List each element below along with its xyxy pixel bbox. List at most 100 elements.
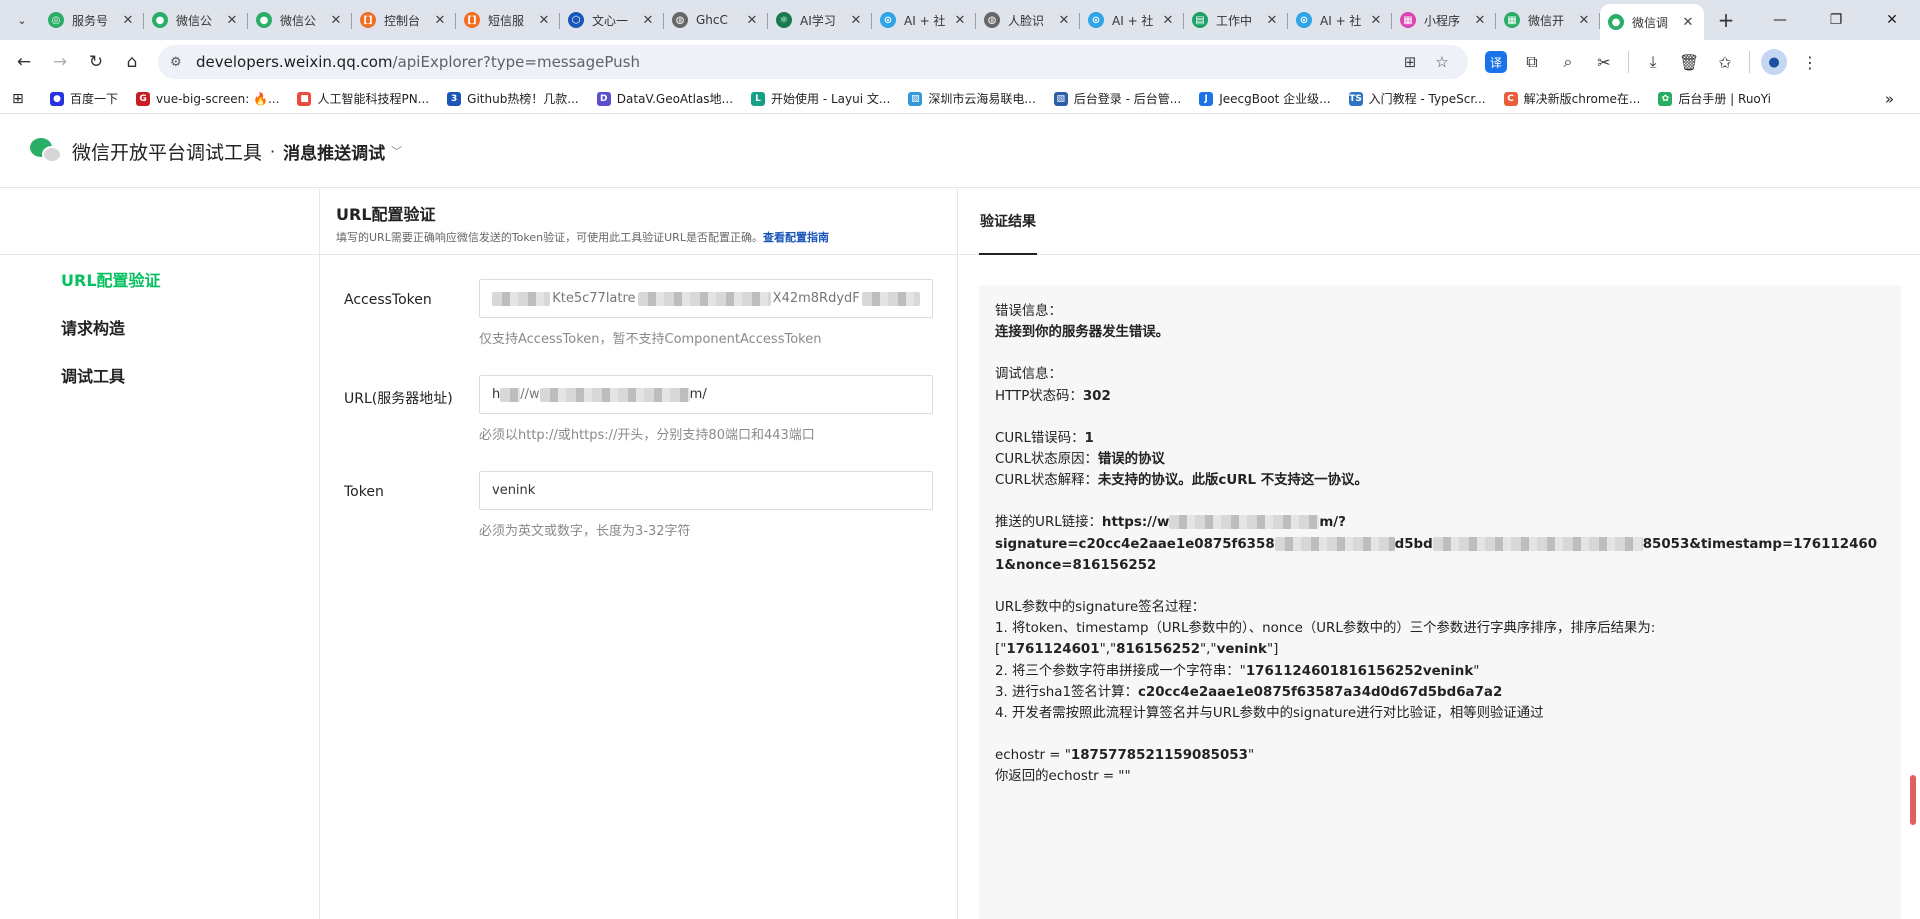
tab-favicon-icon: ◎ [48,12,64,28]
bookmark-item[interactable]: ▧ 后台登录 - 后台管... [1053,90,1181,107]
bookmarks-more-chevron-icon[interactable]: » [1885,90,1894,108]
bookmark-item[interactable]: C 解决新版chrome在... [1503,90,1640,107]
tab-close-icon[interactable]: ✕ [1680,15,1696,30]
omnibox-actions: ⊞ ☆ [1394,45,1458,79]
bookmark-item[interactable]: ✿ 后台手册 | RuoYi [1658,90,1771,107]
bookmark-star-icon[interactable]: ☆ [1426,53,1458,71]
url-text[interactable]: developers.weixin.qq.com/apiExplorer?typ… [196,53,640,71]
window-controls: — ❐ ✕ [1752,0,1920,40]
browser-tab[interactable]: [] 短信服 ✕ [456,4,560,36]
sidebar-item-url-config[interactable]: URL配置验证 [0,257,319,305]
cut-scissors-icon[interactable]: ✂ [1586,46,1622,78]
section-switcher[interactable]: 消息推送调试 [283,139,385,164]
tab-title: 人脸识 [1008,13,1045,28]
curl-reason: 错误的协议 [1097,452,1165,468]
browser-tab[interactable]: ◍ GhcC ✕ [664,4,768,36]
access-token-input[interactable]: Kte5c77latre X42m8RdydF [479,279,933,318]
search-icon[interactable]: ⌕ [1550,46,1586,78]
error-message-text: 连接到你的服务器发生错误。 [995,325,1170,341]
apps-grid-icon[interactable]: ⊞ [12,91,36,107]
tab-favicon-icon: ⊙ [1296,12,1312,28]
extensions-puzzle-icon[interactable]: ⧉ [1514,46,1550,78]
tab-search-chevron-icon[interactable]: ⌄ [10,8,34,32]
minimize-icon[interactable]: — [1752,0,1808,40]
bookmark-label: DataV.GeoAtlas地... [616,92,734,106]
browser-tab[interactable]: ⊙ AI + 社 ✕ [872,4,976,36]
tab-close-icon[interactable]: ✕ [536,13,552,28]
bookmark-item[interactable]: Gvue-big-screen: 🔥... [136,91,280,106]
sidebar-item-request-build[interactable]: 请求构造 [0,305,319,353]
bookmark-item[interactable]: ■ 人工智能科技程PN... [297,90,429,107]
close-window-icon[interactable]: ✕ [1864,0,1920,40]
tab-close-icon[interactable]: ✕ [640,13,656,28]
step3-value: c20cc4e2aae1e0875f63587a34d0d67d5bd6a7a2 [1137,684,1503,700]
bookmark-item[interactable]: ● 百度一下 [50,90,118,107]
server-url-input[interactable]: h //w m/ [479,375,933,414]
address-bar[interactable]: ⚙ developers.weixin.qq.com/apiExplorer?t… [158,45,1468,79]
forward-arrow-icon[interactable]: → [44,46,76,78]
tab-close-icon[interactable]: ✕ [120,13,136,28]
home-icon[interactable]: ⌂ [116,46,148,78]
sorted-close: "] [1266,642,1279,658]
tab-close-icon[interactable]: ✕ [744,13,760,28]
tab-close-icon[interactable]: ✕ [224,13,240,28]
browser-tab[interactable]: ⬡ 文心一 ✕ [560,4,664,36]
bookmark-favicon-icon: D [596,91,611,106]
bookmark-item[interactable]: D DataV.GeoAtlas地... [596,90,734,107]
browser-tab[interactable]: ◎ 服务号 ✕ [40,4,144,36]
favorites-icon[interactable]: ✩ [1707,46,1743,78]
browser-tab[interactable]: ⚛ AI学习 ✕ [768,4,872,36]
translate-icon[interactable]: ⊞ [1394,53,1426,71]
site-info-icon[interactable]: ⚙ [170,55,188,70]
tab-close-icon[interactable]: ✕ [328,13,344,28]
tab-close-icon[interactable]: ✕ [1264,13,1280,28]
new-tab-plus-icon[interactable]: + [1712,6,1740,34]
browser-tab[interactable]: ● 微信公 ✕ [248,4,352,36]
tab-close-icon[interactable]: ✕ [848,13,864,28]
tab-close-icon[interactable]: ✕ [1368,13,1384,28]
tab-close-icon[interactable]: ✕ [1056,13,1072,28]
chevron-down-icon[interactable]: ﹀ [391,143,402,159]
bookmark-item[interactable]: ▧ 深圳市云海易联电... [908,90,1036,107]
tab-close-icon[interactable]: ✕ [1472,13,1488,28]
browser-tab[interactable]: ▤ 工作中 ✕ [1184,4,1288,36]
sidebar-top-spacer [0,189,319,255]
trash-icon[interactable]: 🗑 [1671,46,1707,78]
bookmark-label: vue-big-screen: 🔥... [156,91,280,106]
debug-label: 调试信息： [995,367,1062,383]
reload-icon[interactable]: ↻ [80,46,112,78]
bookmark-item[interactable]: TS 入门教程 - TypeScr... [1348,90,1486,107]
back-arrow-icon[interactable]: ← [8,46,40,78]
browser-tab[interactable]: ● 微信调 ✕ [1600,4,1704,40]
menu-kebab-icon[interactable]: ⋮ [1792,46,1828,78]
bookmark-item[interactable]: 3 Github热榜！几款... [447,90,579,107]
tab-close-icon[interactable]: ✕ [1576,13,1592,28]
tab-close-icon[interactable]: ✕ [952,13,968,28]
translate-extension-icon[interactable]: 译 [1485,51,1507,73]
config-guide-link[interactable]: 查看配置指南 [763,231,829,244]
sidebar-item-debug-tools[interactable]: 调试工具 [0,353,319,401]
bookmark-item[interactable]: J JeecgBoot 企业级... [1199,90,1331,107]
browser-tab[interactable]: [] 控制台 ✕ [352,4,456,36]
access-token-visible-tail: X42m8RdydF [772,291,860,306]
curl-explain-line: CURL状态解释：未支持的协议。此版cURL 不支持这一协议。 [995,470,1885,491]
scrollbar-thumb[interactable] [1910,775,1916,825]
restore-icon[interactable]: ❐ [1808,0,1864,40]
tab-close-icon[interactable]: ✕ [1160,13,1176,28]
browser-tab[interactable]: ⊙ AI + 社 ✕ [1080,4,1184,36]
bookmark-label: 人工智能科技程PN... [317,92,430,106]
download-icon[interactable]: ⤓ [1635,46,1671,78]
browser-tab[interactable]: ⊙ AI + 社 ✕ [1288,4,1392,36]
push-url-line: 推送的URL链接：https://w m/? [995,512,1885,533]
field-access-token: AccessToken Kte5c77latre X42m8RdydF 仅支持A… [344,279,933,369]
browser-tab[interactable]: ● 微信公 ✕ [144,4,248,36]
token-input[interactable]: venink [479,471,933,510]
profile-avatar-icon[interactable]: ● [1761,49,1787,75]
toolbar-divider [1628,51,1629,73]
browser-tab[interactable]: ▦ 微信开 ✕ [1496,4,1600,36]
browser-tab[interactable]: ▦ 小程序 ✕ [1392,4,1496,36]
browser-tab[interactable]: ◍ 人脸识 ✕ [976,4,1080,36]
tab-verify-result[interactable]: 验证结果 [979,189,1037,255]
tab-close-icon[interactable]: ✕ [432,13,448,28]
bookmark-item[interactable]: L 开始使用 - Layui 文... [751,90,890,107]
